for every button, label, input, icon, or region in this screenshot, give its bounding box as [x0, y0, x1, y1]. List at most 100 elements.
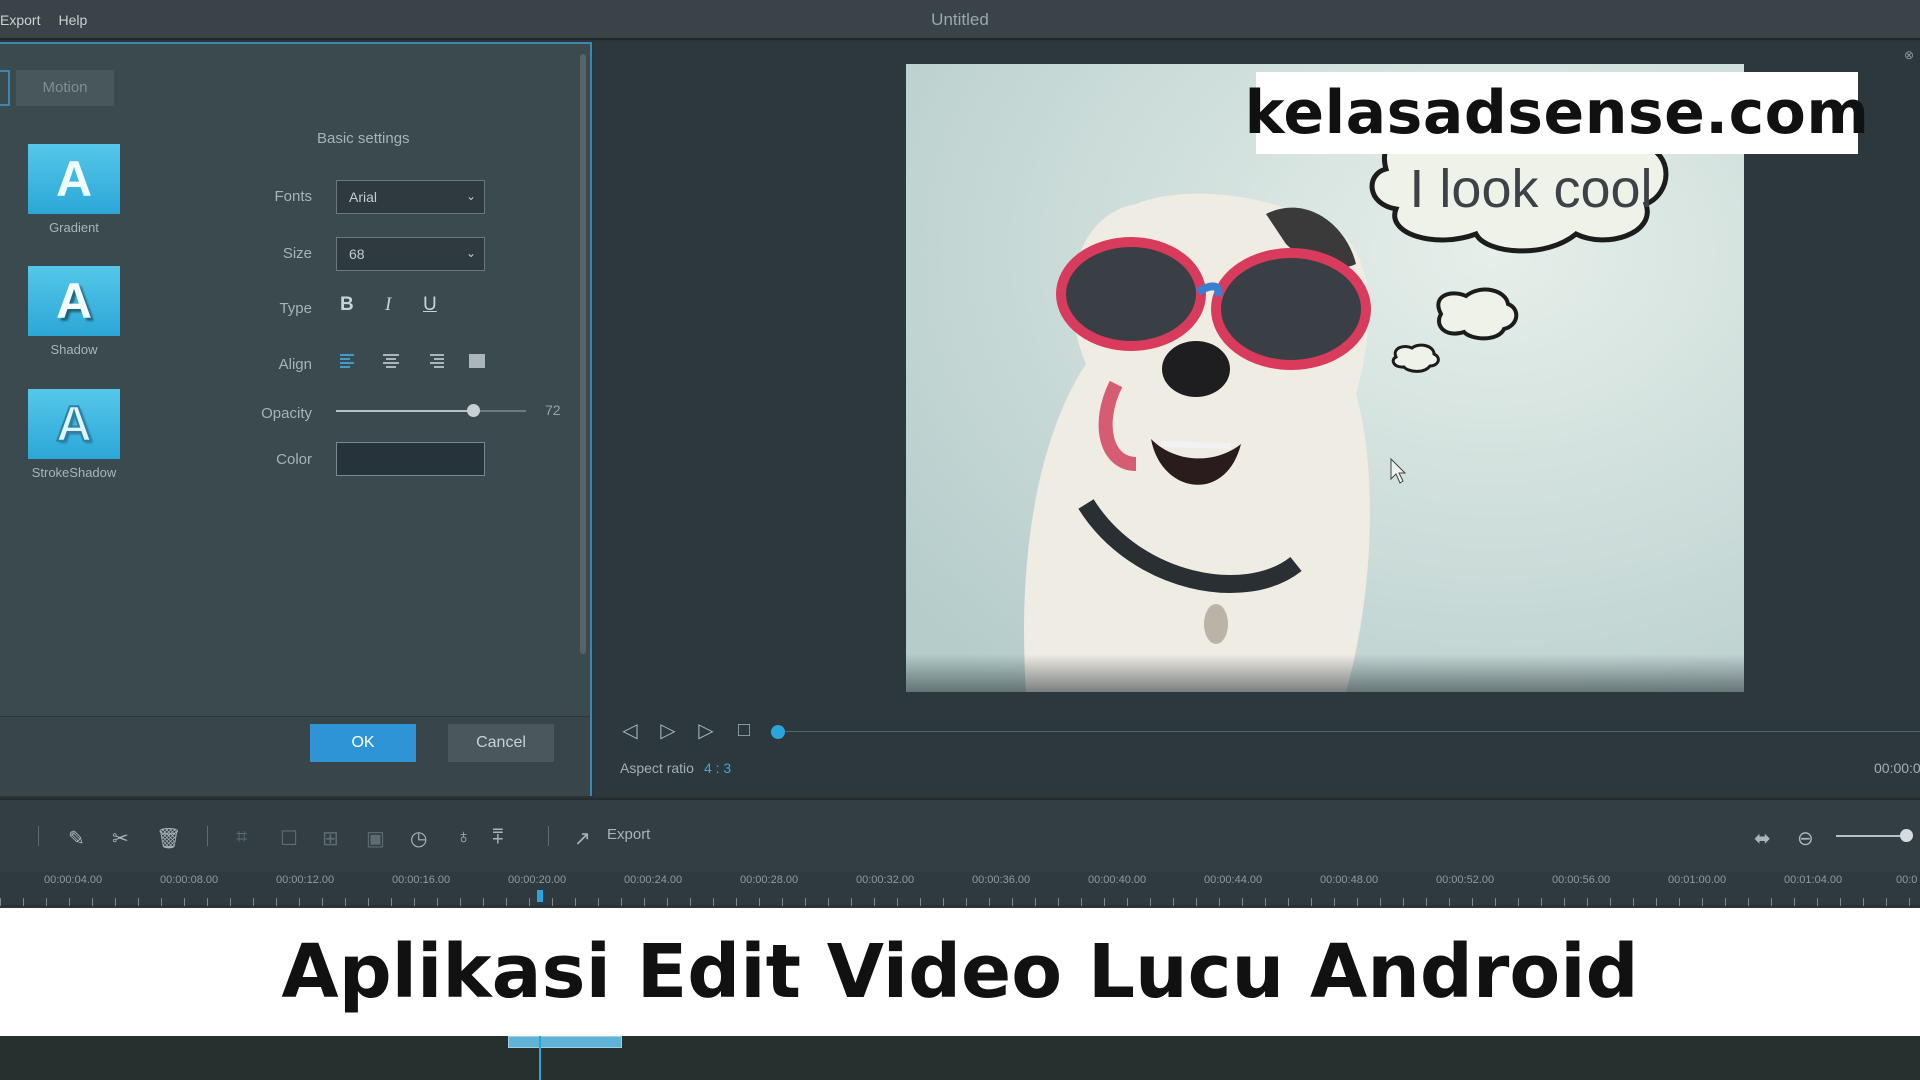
duration-clock-icon[interactable]: ◷ [410, 826, 427, 851]
chevron-down-icon: ⌄ [465, 189, 476, 203]
preset-strokeshadow[interactable]: A StrokeShadow [26, 389, 122, 480]
dialog-body: Motion A Gradient A Shadow A StrokeShado… [0, 44, 590, 714]
crop-icon[interactable]: ⌗ [236, 826, 247, 849]
play-icon[interactable]: ▷ [658, 718, 678, 743]
ruler-tick-label: 00:00:40.00 [1088, 874, 1147, 886]
close-icon[interactable]: ⊗ [1904, 48, 1914, 62]
chevron-down-icon: ⌄ [465, 246, 476, 260]
opacity-slider-fill [336, 410, 473, 412]
ruler-tick-label: 00:00:52.00 [1436, 874, 1495, 886]
ok-button[interactable]: OK [310, 724, 416, 762]
toolbar-separator [38, 826, 39, 846]
font-select-value: Arial [349, 189, 378, 205]
video-preview: I look cool [906, 64, 1744, 692]
edit-pencil-icon[interactable]: ✎ [68, 826, 85, 851]
preset-shadow[interactable]: A Shadow [26, 266, 122, 357]
zoom-out-icon[interactable]: ⊖ [1797, 826, 1814, 851]
headline-banner: Aplikasi Edit Video Lucu Android [0, 908, 1920, 1036]
ruler-tick-label: 00:00:32.00 [856, 874, 915, 886]
zoom-frame-icon[interactable]: ☐ [280, 826, 298, 851]
ruler-tick-label: 00:00:56.00 [1552, 874, 1611, 886]
aspect-ratio-value[interactable]: 4 : 3 [704, 760, 731, 776]
dog-with-sunglasses-image: I look cool [906, 64, 1744, 692]
ruler-tick-label: 00:00:16.00 [392, 874, 451, 886]
zoom-slider-track[interactable] [1836, 835, 1906, 837]
cut-icon[interactable]: ✂ [112, 826, 129, 851]
ruler-tick-label: 00:00:36.00 [972, 874, 1031, 886]
fonts-label: Fonts [274, 188, 312, 205]
time-display: 00:00:0 [1874, 760, 1920, 776]
ruler-tick-label: 00:00:44.00 [1204, 874, 1263, 886]
headline-text: Aplikasi Edit Video Lucu Android [281, 929, 1639, 1015]
ruler-tick-label: 00:00:20.00 [508, 874, 567, 886]
ruler-ticks [0, 898, 1920, 906]
aspect-ratio-label: Aspect ratio [620, 760, 694, 776]
window-title: Untitled [931, 10, 989, 29]
transport-controls: ◁ ▷ ▷ □ [620, 718, 754, 743]
underline-button[interactable]: U [423, 294, 437, 316]
caption-text[interactable]: I look cool [1409, 159, 1652, 219]
preset-strokeshadow-thumbnail: A [28, 389, 120, 459]
font-select[interactable]: Arial ⌄ [336, 180, 485, 214]
dialog-scrollbar[interactable] [580, 54, 586, 654]
align-right-icon[interactable] [426, 354, 444, 372]
ruler-tick-label: 00:00:28.00 [740, 874, 799, 886]
aspect-ratio: Aspect ratio 4 : 3 [620, 760, 731, 776]
step-forward-icon[interactable]: ▷ [696, 718, 716, 743]
timeline-playhead[interactable] [537, 890, 543, 902]
delete-icon[interactable]: 🗑 [156, 826, 181, 851]
watermark-banner: kelasadsense.com [1245, 72, 1869, 154]
ruler-tick-label: 00:01:00.00 [1668, 874, 1727, 886]
align-left-icon[interactable] [340, 354, 358, 372]
ruler-tick-label: 00:00:04.00 [44, 874, 103, 886]
tab-motion[interactable]: Motion [16, 70, 114, 106]
align-label: Align [278, 356, 312, 373]
mosaic-icon[interactable]: ⊞ [322, 826, 339, 851]
bold-button[interactable]: B [340, 294, 354, 316]
ruler-tick-label: 00:01:04.00 [1784, 874, 1843, 886]
ruler-tick-label: 00:00:48.00 [1320, 874, 1379, 886]
size-select[interactable]: 68 ⌄ [336, 237, 485, 271]
voiceover-mic-icon[interactable]: ♁ [456, 826, 471, 849]
type-label: Type [279, 300, 312, 317]
export-icon[interactable]: ↗ [574, 826, 591, 851]
cancel-button[interactable]: Cancel [448, 724, 554, 762]
timeline-track[interactable] [0, 1036, 1920, 1080]
zoom-slider-handle[interactable] [1900, 829, 1913, 842]
align-justify-icon[interactable] [469, 354, 487, 372]
color-label: Color [276, 451, 312, 468]
ruler-tick-label: 00:00:12.00 [276, 874, 335, 886]
step-back-icon[interactable]: ◁ [620, 718, 640, 743]
watermark-text: kelasadsense.com [1244, 78, 1870, 148]
italic-button[interactable]: I [385, 294, 391, 316]
export-button[interactable]: Export [607, 826, 650, 843]
preset-shadow-thumbnail: A [28, 266, 120, 336]
section-title: Basic settings [317, 130, 410, 147]
title-bar: Export Help Untitled [0, 0, 1920, 40]
preset-gradient[interactable]: A Gradient [26, 144, 122, 235]
preset-shadow-label: Shadow [50, 342, 98, 357]
ruler-tick-label: 00:00:08.00 [160, 874, 219, 886]
fit-timeline-icon[interactable]: ⬌ [1754, 826, 1771, 851]
playhead-line [539, 1036, 541, 1080]
size-select-value: 68 [349, 246, 365, 262]
toolbar-separator [207, 826, 208, 846]
preset-strokeshadow-label: StrokeShadow [31, 465, 117, 480]
opacity-label: Opacity [261, 405, 312, 422]
playback-progress-handle[interactable] [771, 725, 785, 739]
ruler-tick-label: 00:00:24.00 [624, 874, 683, 886]
tab-text[interactable] [0, 70, 10, 106]
opacity-value: 72 [545, 402, 561, 418]
preset-gradient-label: Gradient [49, 220, 99, 235]
freeze-frame-icon[interactable]: ▣ [366, 826, 385, 851]
preset-gradient-thumbnail: A [28, 144, 120, 214]
size-label: Size [282, 245, 312, 262]
text-style-icon[interactable]: ⩱ [492, 826, 504, 849]
opacity-slider-handle[interactable] [467, 404, 480, 417]
color-picker[interactable] [336, 442, 485, 476]
text-clip[interactable] [508, 1036, 622, 1048]
align-center-icon[interactable] [383, 354, 401, 372]
toolbar-separator [548, 826, 549, 846]
playback-progress-track[interactable] [778, 731, 1920, 732]
stop-icon[interactable]: □ [734, 719, 754, 742]
